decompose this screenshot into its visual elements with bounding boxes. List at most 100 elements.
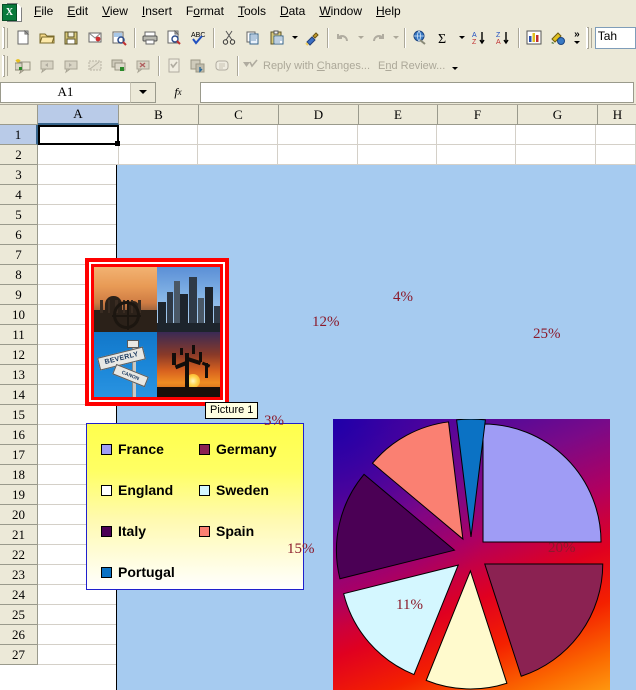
toolbar-overflow-button[interactable]: » (570, 26, 584, 49)
cell-G26[interactable] (516, 145, 597, 165)
undo-dropdown-arrow[interactable] (355, 26, 366, 49)
toolbar-grip[interactable] (2, 26, 9, 49)
format-painter-icon[interactable] (300, 26, 324, 49)
column-header-C[interactable]: C (199, 105, 279, 125)
cell-D26[interactable] (278, 145, 358, 165)
previous-comment-icon[interactable] (35, 55, 59, 78)
menu-format[interactable]: Format (179, 1, 231, 22)
row-header-26[interactable]: 26 (0, 625, 38, 645)
cell-F26[interactable] (436, 145, 517, 165)
cell-A2[interactable] (38, 625, 119, 645)
email-icon[interactable] (83, 26, 107, 49)
cell-C27[interactable] (198, 125, 279, 145)
paste-icon[interactable] (265, 26, 289, 49)
menu-window[interactable]: Window (312, 1, 369, 22)
row-header-4[interactable]: 4 (0, 185, 38, 205)
print-icon[interactable] (138, 26, 162, 49)
new-comment-icon[interactable] (11, 55, 35, 78)
save-workbook-icon[interactable] (186, 55, 210, 78)
cell-A1[interactable] (38, 645, 119, 665)
select-all-corner[interactable] (0, 105, 38, 125)
cell-A3[interactable] (38, 605, 119, 625)
pie-slice-france[interactable] (482, 423, 602, 543)
redo-dropdown-arrow[interactable] (390, 26, 401, 49)
insert-hyperlink-icon[interactable] (408, 26, 432, 49)
end-review-label[interactable]: End Review... (374, 60, 449, 72)
row-header-15[interactable]: 15 (0, 405, 38, 425)
formula-input[interactable] (200, 81, 634, 103)
fill-handle[interactable] (115, 141, 120, 146)
row-header-25[interactable]: 25 (0, 605, 38, 625)
menu-view[interactable]: View (95, 1, 135, 22)
column-header-E[interactable]: E (359, 105, 438, 125)
legend-item-italy[interactable]: Italy (101, 523, 146, 539)
cell-C26[interactable] (198, 145, 279, 165)
cell-A26[interactable] (38, 145, 119, 165)
row-header-21[interactable]: 21 (0, 525, 38, 545)
font-name-input[interactable]: Tah (594, 26, 636, 49)
row-header-11[interactable]: 11 (0, 325, 38, 345)
row-header-3[interactable]: 3 (0, 165, 38, 185)
row-header-12[interactable]: 12 (0, 345, 38, 365)
search-icon[interactable] (107, 26, 131, 49)
cell-F27[interactable] (436, 125, 517, 145)
row-header-16[interactable]: 16 (0, 425, 38, 445)
chart-wizard-icon[interactable] (522, 26, 546, 49)
cell-H27[interactable] (596, 125, 636, 145)
row-header-7[interactable]: 7 (0, 245, 38, 265)
row-header-14[interactable]: 14 (0, 385, 38, 405)
legend-item-portugal[interactable]: Portugal (101, 564, 175, 580)
row-header-17[interactable]: 17 (0, 445, 38, 465)
cell-A23[interactable] (38, 205, 119, 225)
cell-E26[interactable] (357, 145, 437, 165)
drawing-icon[interactable] (546, 26, 570, 49)
menu-insert[interactable]: Insert (135, 1, 179, 22)
legend-item-england[interactable]: England (101, 482, 173, 498)
cell-B26[interactable] (118, 145, 199, 165)
row-header-27[interactable]: 27 (0, 645, 38, 665)
row-header-6[interactable]: 6 (0, 225, 38, 245)
delete-comment-icon[interactable] (131, 55, 155, 78)
column-header-F[interactable]: F (438, 105, 518, 125)
column-header-H[interactable]: H (598, 105, 636, 125)
row-header-18[interactable]: 18 (0, 465, 38, 485)
copy-icon[interactable] (241, 26, 265, 49)
cell-A22[interactable] (38, 225, 119, 245)
name-box[interactable]: A1 (0, 81, 130, 103)
cut-icon[interactable] (217, 26, 241, 49)
cell-A13[interactable] (38, 405, 119, 425)
reviewing-overflow-arrow[interactable] (449, 57, 460, 80)
menu-data[interactable]: Data (273, 1, 312, 22)
spelling-icon[interactable]: ABC (186, 26, 210, 49)
new-icon[interactable] (11, 26, 35, 49)
row-header-22[interactable]: 22 (0, 545, 38, 565)
column-header-B[interactable]: B (119, 105, 199, 125)
row-header-19[interactable]: 19 (0, 485, 38, 505)
legend-item-spain[interactable]: Spain (199, 523, 254, 539)
pie-slice-germany[interactable] (484, 563, 604, 677)
row-header-9[interactable]: 9 (0, 285, 38, 305)
font-toolbar-grip[interactable] (585, 26, 593, 49)
send-to-mail-recipient-icon[interactable] (210, 55, 234, 78)
row-header-23[interactable]: 23 (0, 565, 38, 585)
legend-item-sweden[interactable]: Sweden (199, 482, 269, 498)
row-header-5[interactable]: 5 (0, 205, 38, 225)
autosum-dropdown-arrow[interactable] (456, 26, 467, 49)
name-box-dropdown-icon[interactable] (130, 81, 156, 103)
row-header-8[interactable]: 8 (0, 265, 38, 285)
cell-D27[interactable] (278, 125, 358, 145)
print-preview-icon[interactable] (162, 26, 186, 49)
column-header-D[interactable]: D (279, 105, 359, 125)
cell-A25[interactable] (38, 165, 119, 185)
cell-B27[interactable] (118, 125, 199, 145)
chart-legend[interactable]: France Germany England Sweden Italy Spain Port… (86, 423, 304, 590)
sort-descending-icon[interactable]: ZA (491, 26, 515, 49)
redo-icon[interactable] (366, 26, 390, 49)
row-header-2[interactable]: 2 (0, 145, 38, 165)
hide-comment-icon[interactable] (83, 55, 107, 78)
menu-tools[interactable]: Tools (231, 1, 273, 22)
column-header-G[interactable]: G (518, 105, 598, 125)
row-header-1[interactable]: 1 (0, 125, 38, 145)
undo-icon[interactable] (331, 26, 355, 49)
picture-object[interactable]: BEVERLY CANON (85, 258, 229, 406)
